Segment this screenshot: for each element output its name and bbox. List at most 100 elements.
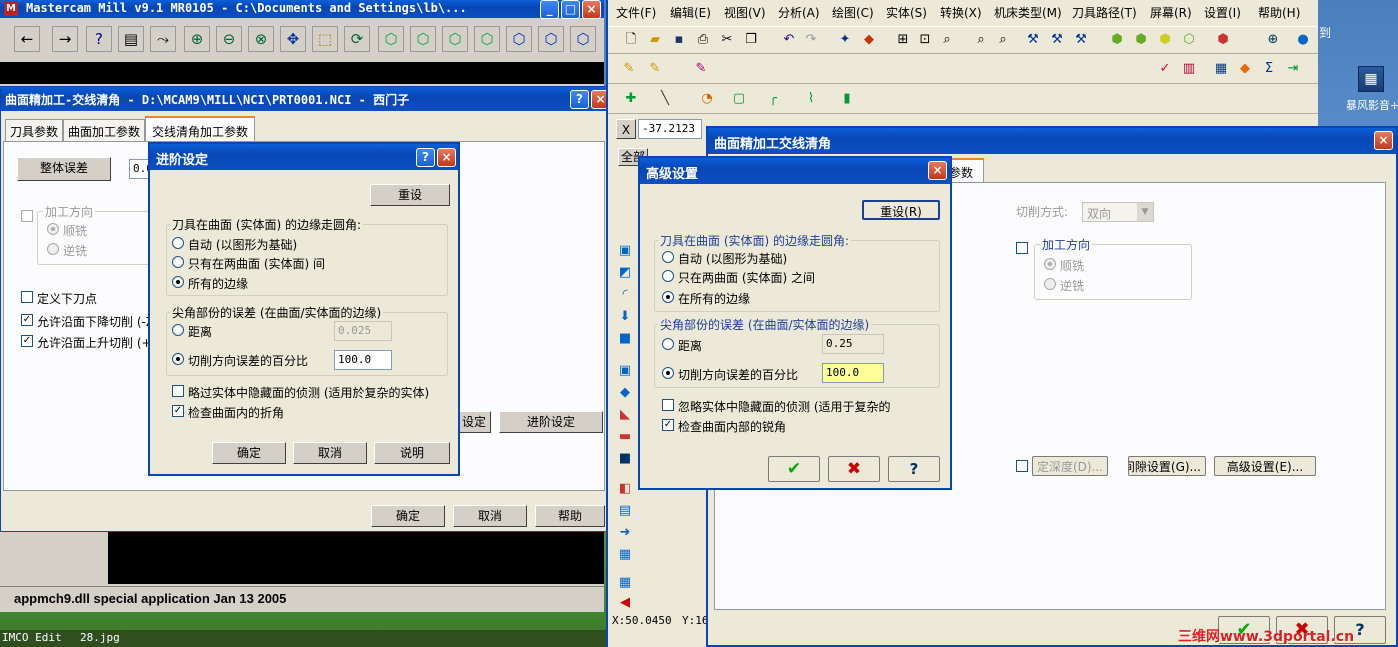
- cube-blue-1-icon[interactable]: ⬡: [506, 26, 532, 52]
- direction-checkbox[interactable]: [1016, 242, 1028, 254]
- climb-radio[interactable]: [1044, 258, 1056, 270]
- new-file-icon[interactable]: 🗋: [622, 31, 640, 49]
- ok-button[interactable]: 确定: [212, 442, 286, 464]
- view-front-icon[interactable]: ⬢: [1132, 31, 1150, 49]
- menu-create[interactable]: 绘图(C): [832, 4, 874, 21]
- arrow-icon[interactable]: ➜: [616, 524, 634, 542]
- simulate-icon[interactable]: ⚒: [1072, 31, 1090, 49]
- table-icon[interactable]: ▦: [616, 574, 634, 592]
- cancel-x-button[interactable]: ✖: [828, 456, 880, 482]
- solid-block-icon[interactable]: ■: [616, 330, 634, 348]
- minimize-icon[interactable]: _: [540, 0, 559, 19]
- skip-hidden-checkbox[interactable]: [172, 385, 184, 397]
- cube-top-icon[interactable]: ⬡: [378, 26, 404, 52]
- cylinder-icon[interactable]: ▮: [838, 90, 856, 108]
- help-icon[interactable]: ?: [86, 26, 112, 52]
- x-coord-input[interactable]: -37.2123: [638, 119, 702, 139]
- percent-input[interactable]: 100.0: [822, 363, 884, 383]
- check-internal-checkbox[interactable]: ✓: [172, 405, 184, 417]
- menu-screen[interactable]: 屏幕(R): [1150, 4, 1192, 21]
- distance-radio[interactable]: [172, 324, 184, 336]
- auto-radio[interactable]: [662, 251, 674, 263]
- material-icon[interactable]: ◆: [1236, 60, 1254, 78]
- menu-machine-type[interactable]: 机床类型(M): [994, 4, 1062, 21]
- cube-iso-icon[interactable]: ⬡: [474, 26, 500, 52]
- layer-icon[interactable]: ▤: [616, 502, 634, 520]
- copy-icon[interactable]: ❐: [742, 31, 760, 49]
- conventional-radio[interactable]: [47, 243, 59, 255]
- verify-icon[interactable]: ⚒: [1024, 31, 1042, 49]
- zoom-window-icon[interactable]: ⊡: [916, 31, 934, 49]
- boolean-icon[interactable]: ◧: [616, 480, 634, 498]
- redo-icon[interactable]: ↷: [802, 31, 820, 49]
- line-icon[interactable]: ╲: [656, 90, 674, 108]
- fillet-icon[interactable]: ╭: [764, 90, 782, 108]
- rotate-icon[interactable]: ⟳: [344, 26, 370, 52]
- between-radio[interactable]: [172, 256, 184, 268]
- bar-chart-icon[interactable]: ▥: [1180, 60, 1198, 78]
- menu-edit[interactable]: 编辑(E): [670, 4, 711, 21]
- help-icon[interactable]: ?: [416, 148, 435, 167]
- save-icon[interactable]: ▪: [670, 31, 688, 49]
- between-radio[interactable]: [662, 270, 674, 282]
- ok-check-button[interactable]: ✔: [768, 456, 820, 482]
- revolve-icon[interactable]: ◆: [616, 384, 634, 402]
- extrude-icon[interactable]: ▣: [616, 362, 634, 380]
- analyze-icon[interactable]: ⤳: [150, 26, 176, 52]
- skip-hidden-checkbox[interactable]: [662, 399, 674, 411]
- zoom-fit-icon[interactable]: ⊗: [248, 26, 274, 52]
- tab-surface-params[interactable]: 曲面加工参数: [63, 119, 145, 141]
- cut-icon[interactable]: ✂: [718, 31, 736, 49]
- view-top-icon[interactable]: ⬢: [1108, 31, 1126, 49]
- distance-input[interactable]: 0.25: [822, 334, 884, 354]
- print-icon[interactable]: ⎙: [694, 31, 712, 49]
- taskbar-item[interactable]: 28.jpg: [80, 631, 120, 644]
- percent-radio[interactable]: [662, 367, 674, 379]
- sphere-icon[interactable]: ●: [1294, 31, 1312, 49]
- menu-file[interactable]: 文件(F): [616, 4, 656, 21]
- rectangle-icon[interactable]: ▢: [730, 90, 748, 108]
- surface-finish-icon[interactable]: ◩: [616, 264, 634, 282]
- percent-input[interactable]: 100.0: [334, 350, 392, 370]
- reset-button[interactable]: 重设: [370, 184, 450, 206]
- distance-radio[interactable]: [662, 338, 674, 350]
- pencil-icon[interactable]: ✎: [620, 60, 638, 78]
- menu-help[interactable]: 帮助(H): [1258, 4, 1300, 21]
- cube-side-icon[interactable]: ⬡: [442, 26, 468, 52]
- cube-front-icon[interactable]: ⬡: [410, 26, 436, 52]
- allow-up-checkbox[interactable]: ✓: [21, 335, 33, 347]
- define-plunge-checkbox[interactable]: [21, 291, 33, 303]
- auto-radio[interactable]: [172, 237, 184, 249]
- back-arrow-icon[interactable]: ←: [14, 26, 40, 52]
- red-marker-icon[interactable]: ◀: [616, 594, 634, 612]
- select-icon[interactable]: ⬚: [312, 26, 338, 52]
- check-icon[interactable]: ✓: [1156, 60, 1174, 78]
- cube-blue-3-icon[interactable]: ⬡: [570, 26, 596, 52]
- cancel-button[interactable]: 取消: [293, 442, 367, 464]
- forward-arrow-icon[interactable]: →: [52, 26, 78, 52]
- conventional-radio[interactable]: [1044, 278, 1056, 290]
- tab-corner-params[interactable]: 交线清角加工参数: [145, 116, 255, 142]
- distance-input[interactable]: 0.025: [334, 321, 392, 341]
- cube-blue-2-icon[interactable]: ⬡: [538, 26, 564, 52]
- help-button[interactable]: 说明: [374, 442, 450, 464]
- menu-settings[interactable]: 设置(I): [1204, 4, 1241, 21]
- surface-rough-icon[interactable]: ▣: [616, 242, 634, 260]
- climb-radio[interactable]: [47, 223, 59, 235]
- fit-icon[interactable]: ⊞: [894, 31, 912, 49]
- all-edges-radio[interactable]: [662, 291, 674, 303]
- close-icon[interactable]: ×: [582, 0, 601, 19]
- menu-toolpaths[interactable]: 刀具路径(T): [1072, 4, 1137, 21]
- backplot-icon[interactable]: ⚒: [1048, 31, 1066, 49]
- open-icon[interactable]: ▰: [646, 31, 664, 49]
- pan-icon[interactable]: ✥: [280, 26, 306, 52]
- spline-icon[interactable]: ⌇: [802, 90, 820, 108]
- depth-checkbox[interactable]: [1016, 460, 1028, 472]
- cancel-button[interactable]: 取消: [453, 505, 527, 527]
- zoom-window-icon[interactable]: ⊖: [216, 26, 242, 52]
- depth-button[interactable]: 定深度(D)...: [1032, 456, 1108, 476]
- loft-icon[interactable]: ◣: [616, 406, 634, 424]
- swept-surface-icon[interactable]: ◜: [616, 286, 634, 304]
- help-icon[interactable]: ?: [570, 90, 589, 109]
- close-icon[interactable]: ×: [928, 161, 947, 180]
